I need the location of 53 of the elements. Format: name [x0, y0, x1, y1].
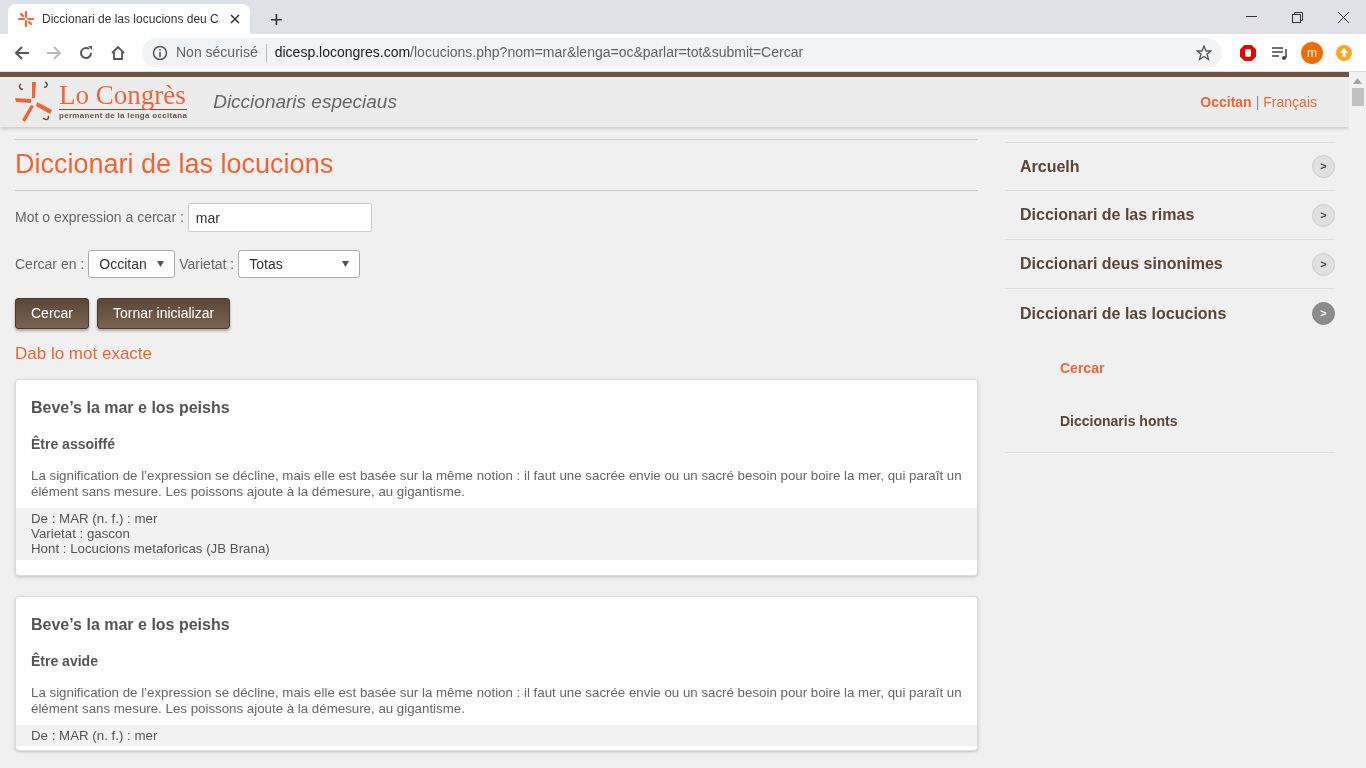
logo-title: Lo Congrès — [59, 82, 187, 109]
language-select[interactable]: Occitan — [88, 250, 176, 279]
reload-icon[interactable] — [78, 44, 94, 61]
sidebar-link[interactable]: Diccionari deus sinonimes — [1020, 252, 1223, 276]
url-text: dicesp.locongres.com/locucions.php?nom=mar&lenga=oc&parlar=tot&submit=Cercar — [274, 43, 804, 62]
close-icon[interactable] — [1337, 11, 1349, 23]
results-heading: Dab lo mot exacte — [15, 343, 153, 366]
expression-title: Beve’s la mar e los peishs — [30, 397, 231, 418]
detail-text: De : MAR (n. f.) : mer — [31, 727, 159, 743]
back-arrow-icon[interactable] — [14, 44, 30, 61]
site-title: Diccionaris especiaus — [213, 89, 397, 114]
search-label: Mot o expression a cercar : — [15, 208, 184, 228]
explanation-text: La signification de l’expression se décline, mais elle est basée sur la même notion : il faut une sacrée envie ou un sacré besoin pour boire la mer, qui paraît un élément sans mesure. Les poissons ajoute à la démesure, au gigantisme. — [30, 683, 963, 718]
sidebar-sublink[interactable]: Diccionaris honts — [1005, 395, 1335, 448]
arrow-circle-button[interactable]: > — [1312, 155, 1335, 178]
close-icon[interactable] — [230, 14, 240, 24]
scrollbar-thumb[interactable] — [1351, 88, 1364, 106]
browser-tab[interactable]: Diccionari de las locucions deu C — [8, 4, 250, 34]
dropdown-caret-icon — [157, 261, 165, 268]
page-heading: Diccionari de las locucions — [15, 139, 978, 192]
tab-title: Diccionari de las locucions deu C — [42, 11, 220, 28]
translation-text: Être assoiffé — [30, 434, 117, 454]
info-icon[interactable] — [152, 44, 168, 61]
sidebar-link[interactable]: Arcuelh — [1020, 154, 1080, 179]
security-label: Non sécurisé — [176, 43, 258, 62]
home-icon[interactable] — [110, 44, 126, 61]
playlist-icon[interactable] — [1271, 44, 1289, 61]
dropdown-caret-icon — [342, 261, 350, 268]
arrow-circle-button[interactable]: > — [1312, 203, 1335, 227]
logo-subtitle: permanent de la lenga occitana — [59, 109, 188, 122]
variety-label: Varietat : — [179, 254, 235, 274]
sidebar-link[interactable]: Diccionari de las rimas — [1020, 203, 1195, 227]
form-button[interactable]: Cercar — [15, 298, 89, 330]
search-field[interactable]: mar — [187, 203, 372, 233]
detail-text: Varietat : gascon — [31, 526, 131, 542]
restore-icon[interactable] — [1291, 11, 1303, 23]
language-label: Cercar en : — [15, 254, 85, 274]
new-tab-button[interactable]: + — [264, 8, 289, 32]
detail-text: De : MAR (n. f.) : mer — [31, 510, 159, 527]
star-icon[interactable] — [1196, 44, 1212, 61]
translation-text: Être avide — [30, 651, 99, 671]
address-bar[interactable]: Non sécurisé dicesp.locongres.com/locucions.php?nom=mar&lenga=oc&parlar=tot&submit=Cercar — [142, 37, 1222, 68]
expression-title: Beve’s la mar e los peishs — [30, 614, 231, 635]
explanation-text: La signification de l’expression se décline, mais elle est basée sur la même notion : il faut une sacrée envie ou un sacré besoin pour boire la mer, qui paraît un élément sans mesure. Les poissons ajoute à la démesure, au gigantisme. — [30, 466, 963, 501]
sidebar-link[interactable]: Diccionari de las locucions — [1020, 301, 1227, 326]
detail-text: Hont : Locucions metaforicas (JB Brana) — [31, 541, 271, 557]
arrow-circle-button[interactable]: > — [1312, 252, 1335, 276]
logo-icon — [15, 80, 55, 124]
form-button[interactable]: Tornar inicializar — [97, 298, 231, 330]
separator-text: | — [1255, 92, 1260, 112]
variety-select[interactable]: Totas — [238, 250, 361, 279]
minimize-icon[interactable] — [1245, 16, 1257, 18]
site-favicon-icon — [18, 11, 34, 27]
